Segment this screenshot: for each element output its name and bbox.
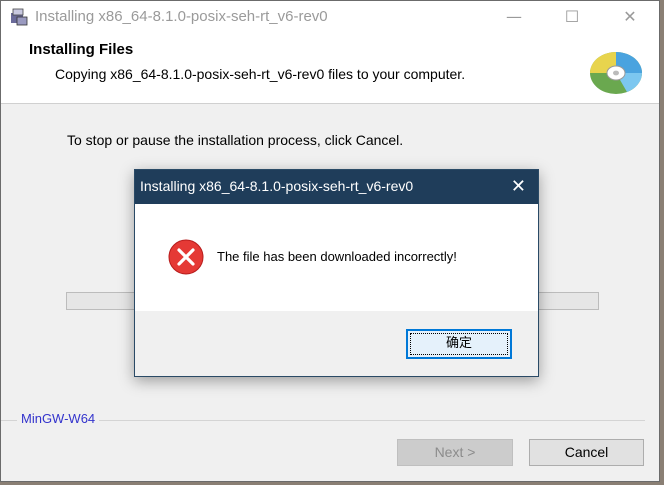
dialog-title: Installing x86_64-8.1.0-posix-seh-rt_v6-… (140, 178, 414, 194)
next-button[interactable]: Next > (397, 439, 513, 466)
dialog-message: The file has been downloaded incorrectly… (217, 249, 457, 264)
minimize-button[interactable]: — (491, 1, 537, 33)
page-subtitle: Copying x86_64-8.1.0-posix-seh-rt_v6-rev… (55, 66, 466, 82)
cancel-button[interactable]: Cancel (529, 439, 644, 466)
maximize-button[interactable]: ☐ (549, 1, 595, 33)
error-icon (168, 239, 204, 275)
dialog-close-icon[interactable]: ✕ (511, 176, 526, 197)
ok-button[interactable]: 确定 (406, 329, 512, 359)
installer-app-icon (11, 8, 28, 26)
error-dialog: Installing x86_64-8.1.0-posix-seh-rt_v6-… (134, 169, 539, 377)
wizard-header: Installing Files Copying x86_64-8.1.0-po… (1, 33, 659, 104)
brand-label: MinGW-W64 (17, 411, 100, 426)
page-title: Installing Files (29, 41, 134, 58)
instruction-text: To stop or pause the installation proces… (67, 132, 404, 148)
title-bar: Installing x86_64-8.1.0-posix-seh-rt_v6-… (1, 1, 659, 33)
dialog-title-bar: Installing x86_64-8.1.0-posix-seh-rt_v6-… (135, 170, 538, 204)
close-button[interactable]: ✕ (607, 1, 653, 33)
window-title: Installing x86_64-8.1.0-posix-seh-rt_v6-… (35, 8, 328, 25)
cd-disc-icon (590, 52, 642, 94)
